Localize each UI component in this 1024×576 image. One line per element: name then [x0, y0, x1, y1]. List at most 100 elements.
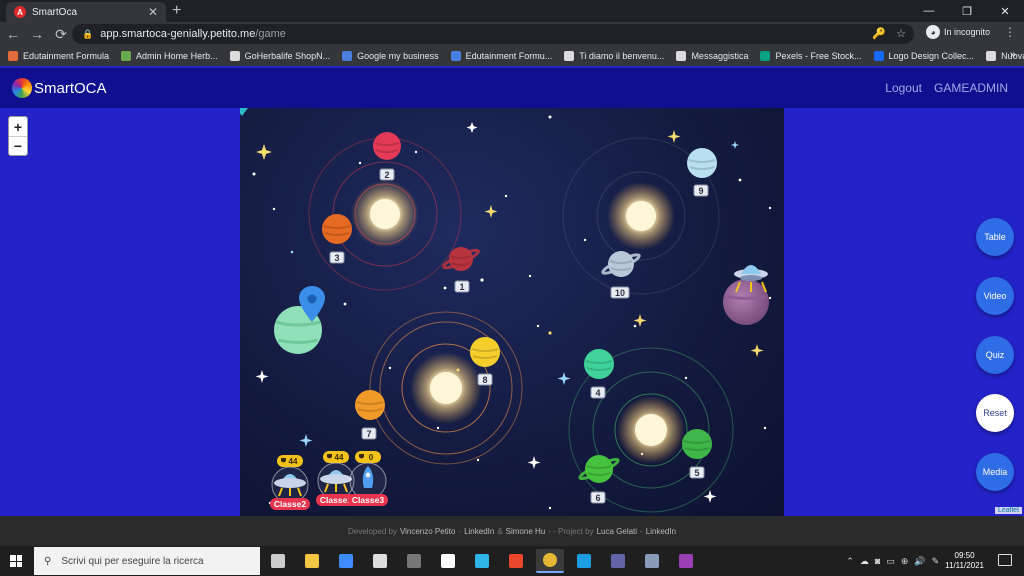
planet-10-icon[interactable] — [601, 251, 641, 277]
tray-icon[interactable]: 🔊 — [914, 556, 925, 567]
bookmark-item[interactable]: Ti diamo il benvenu... — [564, 51, 664, 61]
bookmark-item[interactable]: Nuova scheda — [986, 51, 1024, 61]
back-button[interactable]: ← — [2, 23, 24, 45]
people-icon — [342, 51, 353, 61]
footer-project-name[interactable]: Luca Gelati — [597, 527, 637, 536]
leaflet-attribution-link[interactable]: Leaflet — [995, 507, 1023, 514]
bookmark-label: Edutainment Formula — [23, 51, 110, 61]
tray-icon[interactable]: ☁ — [860, 556, 869, 567]
goal-planet-icon — [723, 279, 769, 325]
notification-center-icon[interactable] — [998, 554, 1012, 566]
app-header: SmartOCA Logout GAMEADMIN — [0, 68, 1024, 108]
tray-icon[interactable]: ▭ — [886, 556, 895, 567]
restore-button[interactable]: ❐ — [948, 0, 986, 22]
planet-number: 6 — [595, 493, 600, 503]
taskbar-app[interactable] — [638, 549, 666, 573]
tray-icon[interactable]: ◙ — [875, 556, 880, 566]
download-icon — [121, 51, 132, 61]
tray-icon[interactable]: ✎ — [932, 556, 940, 567]
minimize-button[interactable]: — — [910, 0, 948, 22]
quiz-button[interactable]: Quiz — [976, 336, 1014, 374]
taskbar-app[interactable] — [536, 549, 564, 573]
team-token[interactable]: 44 Classe2 — [270, 455, 310, 510]
planet-label: 7 — [361, 427, 377, 440]
planet-4-icon[interactable] — [584, 349, 614, 379]
reset-button[interactable]: Reset — [976, 394, 1014, 432]
tab-close-icon[interactable]: ✕ — [148, 5, 158, 19]
taskbar-clock[interactable]: 09:50 11/11/2021 — [945, 551, 984, 571]
team-name: Classe3 — [352, 495, 384, 505]
incognito-indicator[interactable]: ◕ In incognito — [926, 25, 990, 39]
tab-smartoca[interactable]: A SmartOca ✕ — [6, 2, 166, 22]
taskbar-app[interactable] — [264, 549, 292, 573]
bookmark-label: Edutainment Formu... — [465, 51, 553, 61]
planet-label: 5 — [689, 466, 705, 479]
planet-number: 2 — [384, 170, 389, 180]
taskbar-app[interactable] — [468, 549, 496, 573]
bookmark-item[interactable]: Edutainment Formu... — [450, 51, 553, 61]
bookmark-item[interactable]: Google my business — [342, 51, 439, 61]
lock-icon: 🔒 — [82, 28, 94, 39]
bookmarks-bar: Edutainment Formula Admin Home Herb... GoH… — [0, 46, 1024, 66]
planet-number: 10 — [615, 288, 625, 298]
planet-5-icon[interactable] — [682, 429, 712, 459]
game-board[interactable]: 1 2 3 4 5 6 7 8 9 10 44 Classe2 44 Classe1 0 Classe3 — [240, 108, 784, 516]
bookmark-item[interactable]: GoHerbalife ShopN... — [229, 51, 330, 61]
zoom-in-button[interactable]: + — [9, 117, 27, 136]
taskbar-app[interactable] — [332, 549, 360, 573]
footer-linkedin-link[interactable]: LinkedIn — [464, 527, 494, 536]
close-window-button[interactable]: ✕ — [986, 0, 1024, 22]
notes-icon — [645, 554, 659, 568]
taskbar-app[interactable] — [570, 549, 598, 573]
forward-button[interactable]: → — [26, 23, 48, 45]
bookmark-item[interactable]: Messaggistica — [676, 51, 748, 61]
planet-6-icon[interactable] — [578, 455, 620, 483]
taskbar-search-input[interactable]: ⚲ Scrivi qui per eseguire la ricerca — [34, 547, 260, 575]
bookmark-item[interactable]: Pexels - Free Stock... — [760, 51, 862, 61]
bookmark-item[interactable]: Admin Home Herb... — [121, 51, 218, 61]
planet-2-icon[interactable] — [373, 132, 401, 160]
video-button[interactable]: Video — [976, 277, 1014, 315]
start-button[interactable] — [0, 546, 32, 576]
planet-1-icon[interactable] — [442, 247, 480, 271]
tray-icon[interactable]: ⌃ — [846, 556, 854, 567]
header-nav: Logout GAMEADMIN — [885, 81, 1008, 95]
tray-icon[interactable]: ⊕ — [901, 556, 909, 567]
taskbar-app[interactable] — [672, 549, 700, 573]
footer-dev-name[interactable]: Vincenzo Petito — [400, 527, 455, 536]
bookmark-star-icon[interactable]: ☆ — [896, 27, 906, 40]
planet-label: 1 — [454, 280, 470, 293]
bookmark-item[interactable]: Edutainment Formula — [8, 51, 109, 61]
footer-dev2-name[interactable]: Simone Hu — [506, 527, 546, 536]
bookmark-item[interactable]: Logo Design Collec... — [873, 51, 974, 61]
taskbar-app[interactable] — [604, 549, 632, 573]
planet-label: 6 — [590, 491, 606, 504]
reload-button[interactable]: ⟳ — [50, 23, 72, 45]
key-icon[interactable]: 🔑 — [872, 27, 886, 40]
file-explorer-icon — [305, 554, 319, 568]
taskbar-app[interactable] — [434, 549, 462, 573]
footer-linkedin2-link[interactable]: LinkedIn — [646, 527, 676, 536]
taskbar-app[interactable] — [366, 549, 394, 573]
taskbar-app[interactable] — [502, 549, 530, 573]
user-link[interactable]: GAMEADMIN — [934, 81, 1008, 95]
address-bar[interactable]: 🔒 app.smartoca-genially.petito.me/game 🔑… — [72, 24, 914, 44]
new-tab-button[interactable]: + — [172, 2, 181, 20]
planet-3-icon[interactable] — [322, 214, 352, 244]
logout-link[interactable]: Logout — [885, 81, 922, 95]
planet-7-icon[interactable] — [355, 390, 385, 420]
table-button[interactable]: Table — [976, 218, 1014, 256]
planet-8-icon[interactable] — [470, 337, 500, 367]
planet-9-icon[interactable] — [687, 148, 717, 178]
chrome-menu-icon[interactable]: ⋮ — [1004, 25, 1016, 39]
bookmarks-overflow-button[interactable]: » — [1010, 49, 1016, 61]
app-logo[interactable]: SmartOCA — [12, 78, 107, 98]
team-token[interactable]: 0 Classe3 — [348, 451, 388, 506]
taskbar-app[interactable] — [298, 549, 326, 573]
planet-number: 4 — [595, 388, 600, 398]
behance-icon — [873, 51, 884, 61]
media-button[interactable]: Media — [976, 453, 1014, 491]
taskbar-app[interactable] — [400, 549, 428, 573]
tab-title: SmartOca — [32, 6, 78, 18]
zoom-out-button[interactable]: − — [9, 136, 27, 155]
